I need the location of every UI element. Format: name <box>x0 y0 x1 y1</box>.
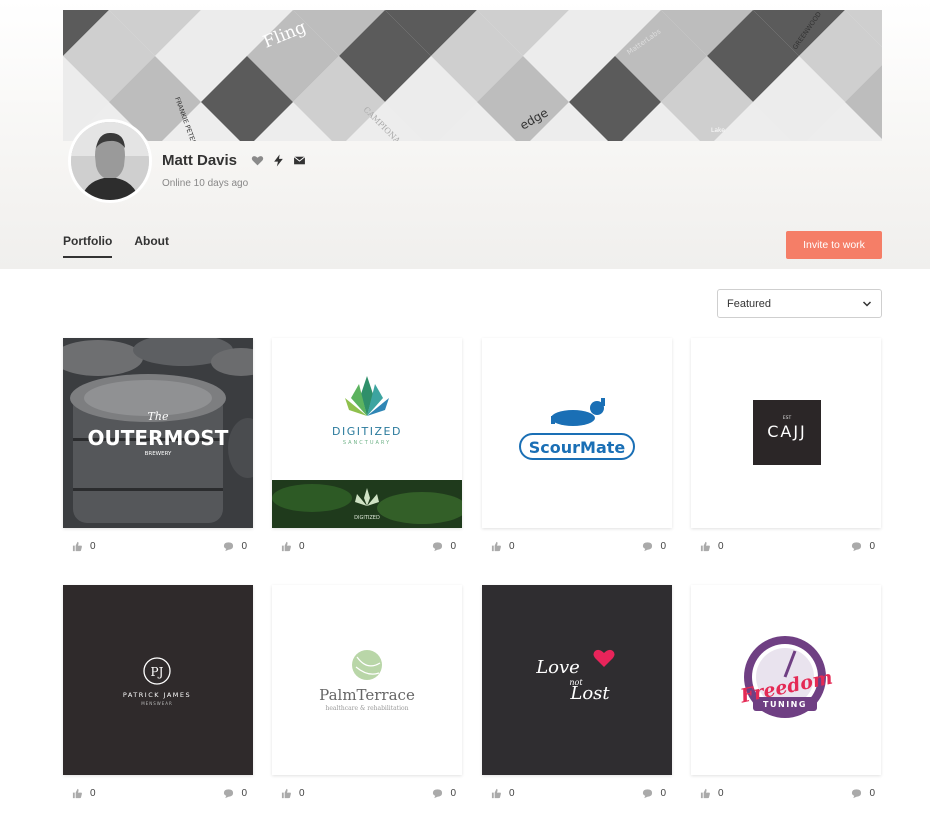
like-count: 0 <box>509 787 515 799</box>
portfolio-item-love-not-lost[interactable]: Love not Lost <box>482 585 672 775</box>
online-status: Online 10 days ago <box>162 178 249 189</box>
palmterrace-wordmark: PalmTerrace <box>319 686 415 704</box>
mail-icon[interactable] <box>293 154 306 167</box>
cajj-sub: EST <box>783 415 792 421</box>
item-stats: 0 0 <box>63 539 253 553</box>
avatar[interactable] <box>68 119 152 203</box>
comment-count: 0 <box>869 540 875 552</box>
item-stats: 0 0 <box>691 539 881 553</box>
like-count: 0 <box>90 787 96 799</box>
comment-count: 0 <box>450 787 456 799</box>
cajj-wordmark: CAJJ <box>767 422 807 441</box>
like-count: 0 <box>299 787 305 799</box>
comment-icon[interactable] <box>642 541 653 552</box>
comment-icon[interactable] <box>432 788 443 799</box>
sort-dropdown[interactable]: Featured <box>717 289 882 318</box>
pj-name: PATRICK JAMES <box>123 691 191 699</box>
invite-to-work-button[interactable]: Invite to work <box>786 231 882 259</box>
like-count: 0 <box>718 787 724 799</box>
thumbs-up-icon[interactable] <box>700 788 711 799</box>
portfolio-item-digitized[interactable]: DIGITIZED SANCTUARY DIGITIZED <box>272 338 462 528</box>
item-stats: 0 0 <box>482 539 672 553</box>
tab-about[interactable]: About <box>134 234 169 258</box>
portfolio-item-cajj[interactable]: EST CAJJ <box>691 338 881 528</box>
thumbs-up-icon[interactable] <box>700 541 711 552</box>
item-stats: 0 0 <box>482 786 672 800</box>
thumbs-up-icon[interactable] <box>72 788 83 799</box>
digitized-wordmark: DIGITIZED <box>332 425 402 438</box>
comment-icon[interactable] <box>642 788 653 799</box>
comment-count: 0 <box>660 540 666 552</box>
pj-monogram: PJ <box>151 665 164 679</box>
portfolio-item-patrick-james[interactable]: PJ PATRICK JAMES MENSWEAR <box>63 585 253 775</box>
like-count: 0 <box>299 540 305 552</box>
lost-word: Lost <box>569 683 610 704</box>
thumbs-up-icon[interactable] <box>491 788 502 799</box>
portfolio-item-scourmate[interactable]: ScourMate <box>482 338 672 528</box>
thumbs-up-icon[interactable] <box>72 541 83 552</box>
comment-icon[interactable] <box>851 788 862 799</box>
comment-count: 0 <box>869 787 875 799</box>
thumbs-up-icon[interactable] <box>281 541 292 552</box>
palmterrace-sub: healthcare & rehabilitation <box>326 705 409 712</box>
comment-icon[interactable] <box>223 788 234 799</box>
cover-image: Fling MatterLabs GREENWOOD FRANKIE PETER… <box>63 10 882 141</box>
user-name: Matt Davis <box>162 152 238 169</box>
digitized-sub: SANCTUARY <box>343 440 391 446</box>
cover-logo-lake: Lake <box>711 127 725 134</box>
lightning-icon[interactable] <box>272 154 285 167</box>
digitized-banner-wordmark: DIGITIZED <box>354 515 380 521</box>
outermost-sub: BREWERY <box>145 451 172 457</box>
scourmate-wordmark: ScourMate <box>529 438 626 457</box>
portfolio-item-freedom-tuning[interactable]: TUNING Freedom <box>691 585 881 775</box>
comment-icon[interactable] <box>432 541 443 552</box>
thumbs-up-icon[interactable] <box>491 541 502 552</box>
item-stats: 0 0 <box>691 786 881 800</box>
profile-tabs: Portfolio About <box>63 234 169 258</box>
comment-icon[interactable] <box>851 541 862 552</box>
outermost-script: The <box>148 410 169 423</box>
like-count: 0 <box>718 540 724 552</box>
portfolio-item-outermost[interactable]: The OUTERMOST BREWERY <box>63 338 253 528</box>
profile-actions <box>251 154 306 167</box>
portfolio-item-palmterrace[interactable]: PalmTerrace healthcare & rehabilitation <box>272 585 462 775</box>
pj-sub: MENSWEAR <box>141 701 173 706</box>
love-word: Love <box>535 657 580 678</box>
chevron-down-icon <box>862 300 872 307</box>
comment-count: 0 <box>241 540 247 552</box>
tab-portfolio[interactable]: Portfolio <box>63 234 113 258</box>
item-stats: 0 0 <box>272 786 462 800</box>
comment-count: 0 <box>450 540 456 552</box>
thumbs-up-icon[interactable] <box>281 788 292 799</box>
like-count: 0 <box>509 540 515 552</box>
comment-icon[interactable] <box>223 541 234 552</box>
like-count: 0 <box>90 540 96 552</box>
heart-icon[interactable] <box>251 154 264 167</box>
comment-count: 0 <box>660 787 666 799</box>
outermost-wordmark: OUTERMOST <box>88 426 229 450</box>
item-stats: 0 0 <box>272 539 462 553</box>
item-stats: 0 0 <box>63 786 253 800</box>
comment-count: 0 <box>241 787 247 799</box>
sort-selected-value: Featured <box>727 297 772 310</box>
